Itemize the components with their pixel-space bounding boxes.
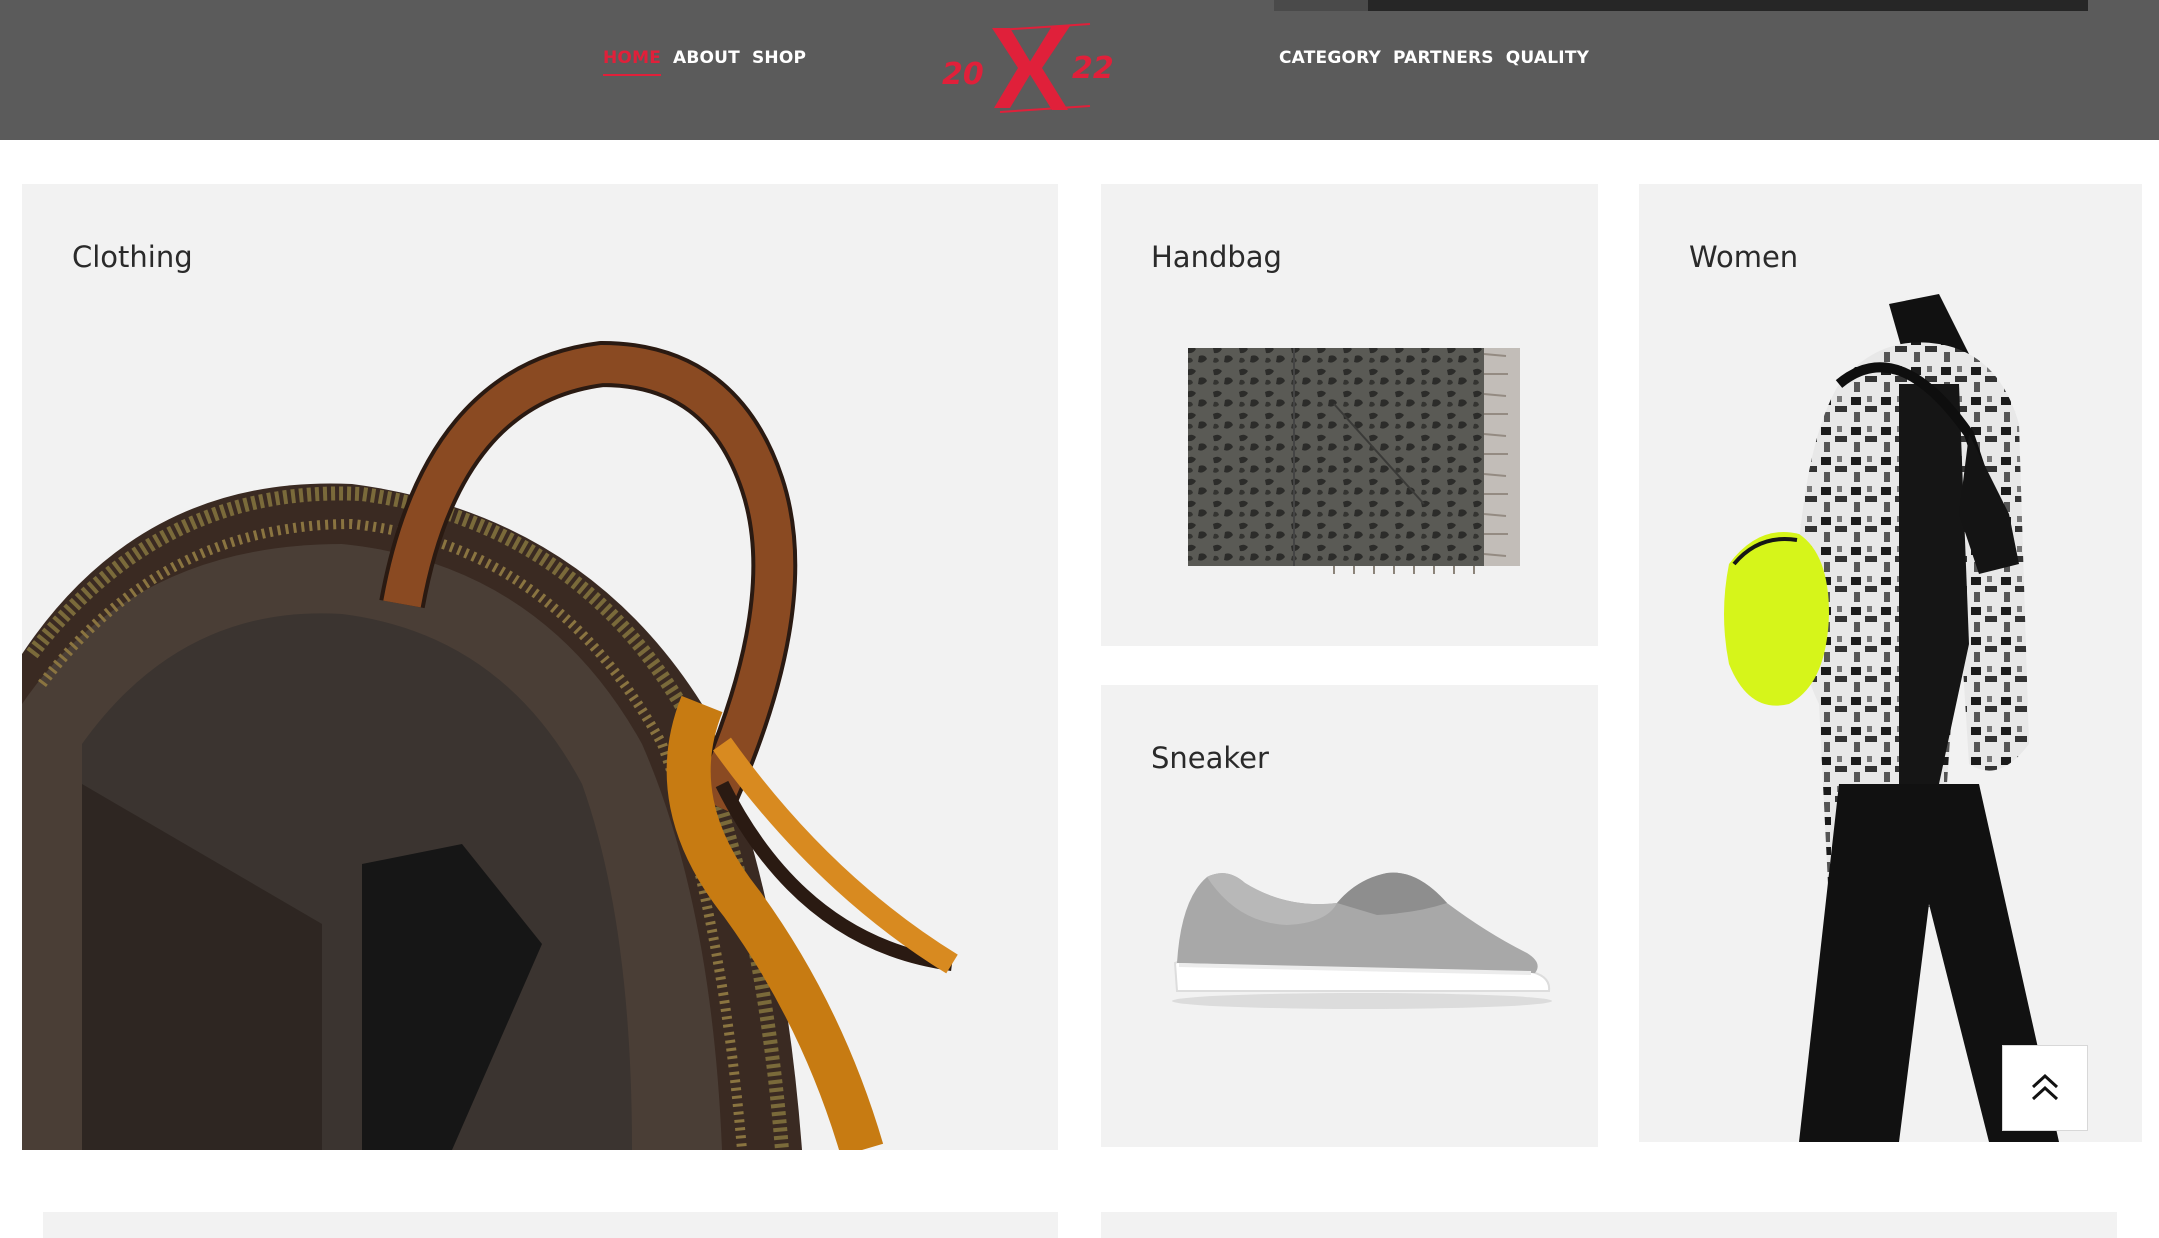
card-title: Women xyxy=(1689,240,1799,274)
category-card-women[interactable]: Women xyxy=(1639,184,2142,1142)
nav-quality-link[interactable]: QUALITY xyxy=(1506,48,1589,76)
nav-left: HOME ABOUT SHOP xyxy=(603,48,806,76)
brand-logo[interactable]: 20 22 xyxy=(940,22,1120,114)
nav-about-link[interactable]: ABOUT xyxy=(673,48,740,76)
category-card-sneaker[interactable]: Sneaker xyxy=(1101,685,1598,1147)
sneaker-image xyxy=(1172,872,1552,1009)
card-title: Clothing xyxy=(72,240,193,274)
card-title: Handbag xyxy=(1151,240,1282,274)
category-card-clothing[interactable]: Clothing xyxy=(22,184,1058,1150)
site-header: HOME ABOUT SHOP 20 22 CATEGORY PARTNERS … xyxy=(0,0,2159,140)
scroll-to-top-button[interactable] xyxy=(2002,1045,2088,1131)
next-row-card-left[interactable] xyxy=(43,1212,1058,1238)
nav-partners-link[interactable]: PARTNERS xyxy=(1393,48,1494,76)
nav-right: CATEGORY PARTNERS QUALITY xyxy=(1279,48,1589,76)
logo-text-left: 20 xyxy=(942,57,984,92)
backpack-image xyxy=(22,340,958,1150)
model-image xyxy=(1724,294,2059,1142)
category-card-handbag[interactable]: Handbag xyxy=(1101,184,1598,646)
logo-text-right: 22 xyxy=(1072,51,1114,86)
card-title: Sneaker xyxy=(1151,741,1269,775)
nav-home-link[interactable]: HOME xyxy=(603,48,662,76)
double-chevron-up-icon xyxy=(2031,1073,2059,1101)
header-top-strip xyxy=(1274,0,2088,11)
nav-category-link[interactable]: CATEGORY xyxy=(1279,48,1381,76)
nav-shop-link[interactable]: SHOP xyxy=(752,48,806,76)
next-row-card-right[interactable] xyxy=(1101,1212,2117,1238)
scarf-image xyxy=(1188,348,1520,574)
